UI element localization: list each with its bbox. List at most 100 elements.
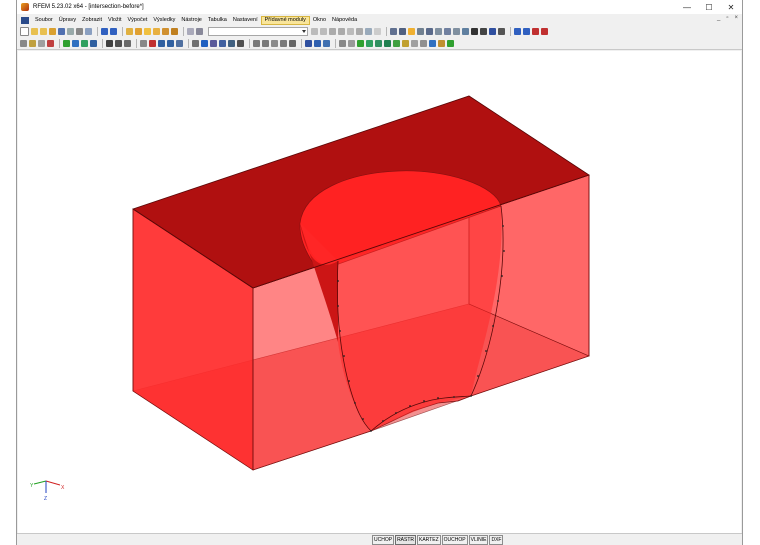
- pointer-icon[interactable]: [357, 40, 364, 47]
- connect-icon[interactable]: [201, 40, 208, 47]
- zoom-window-icon[interactable]: [253, 40, 260, 47]
- arrow-icon[interactable]: [115, 40, 122, 47]
- results-icon[interactable]: [153, 28, 160, 35]
- module-icon[interactable]: [514, 28, 521, 35]
- node-icon[interactable]: [63, 40, 70, 47]
- status-guideline-button[interactable]: VLINIE: [468, 535, 489, 545]
- color-icon[interactable]: [149, 40, 156, 47]
- ellipse-icon[interactable]: [420, 40, 427, 47]
- menu-window[interactable]: Okno: [310, 16, 329, 25]
- opening-icon[interactable]: [237, 40, 244, 47]
- line-icon[interactable]: [38, 40, 45, 47]
- document-icon[interactable]: [21, 16, 29, 24]
- delete-icon[interactable]: [471, 28, 478, 35]
- filter-icon[interactable]: [314, 40, 321, 47]
- print-graphics-icon[interactable]: [85, 28, 92, 35]
- circle-icon[interactable]: [411, 40, 418, 47]
- arc-icon[interactable]: [375, 40, 382, 47]
- select-icon[interactable]: [20, 40, 27, 47]
- animate-icon[interactable]: [356, 28, 363, 35]
- status-dxf-button[interactable]: DXF: [489, 535, 504, 545]
- graphics-viewport[interactable]: X Y Z: [18, 51, 741, 534]
- steel-icon[interactable]: [532, 28, 539, 35]
- deform-icon[interactable]: [338, 28, 345, 35]
- previous-icon[interactable]: [311, 28, 318, 35]
- view-icon[interactable]: [399, 28, 406, 35]
- render-icon[interactable]: [390, 28, 397, 35]
- menu-view[interactable]: Zobrazit: [79, 16, 105, 25]
- snap-icon[interactable]: [271, 40, 278, 47]
- status-object-snap-button[interactable]: OUCHOP: [441, 535, 468, 545]
- print-preview-icon[interactable]: [67, 28, 74, 35]
- spline-icon[interactable]: [384, 40, 391, 47]
- solid-view-icon[interactable]: [426, 28, 433, 35]
- hinge-icon[interactable]: [81, 40, 88, 47]
- mdi-close-button[interactable]: ×: [734, 15, 738, 21]
- load-icon[interactable]: [106, 40, 113, 47]
- surface-icon[interactable]: [90, 40, 97, 47]
- solid-icon[interactable]: [219, 40, 226, 47]
- curve-icon[interactable]: [366, 40, 373, 47]
- extrude-icon[interactable]: [210, 40, 217, 47]
- search-icon[interactable]: [135, 28, 142, 35]
- menu-addon-modules[interactable]: Přídavné moduly: [260, 15, 310, 25]
- zoom-all-icon[interactable]: [462, 28, 469, 35]
- measure-icon[interactable]: [140, 40, 147, 47]
- new-icon[interactable]: [20, 27, 29, 36]
- menu-tools[interactable]: Nástroje: [178, 16, 204, 25]
- text-icon[interactable]: [438, 40, 445, 47]
- menu-calculate[interactable]: Výpočet: [125, 16, 151, 25]
- isometric-icon[interactable]: [489, 28, 496, 35]
- load-case-select[interactable]: [208, 27, 308, 36]
- status-cartesian-button[interactable]: KARTEZ: [417, 535, 441, 545]
- cad-icon[interactable]: [339, 40, 346, 47]
- disk-icon[interactable]: [58, 28, 65, 35]
- visibility-icon[interactable]: [305, 40, 312, 47]
- coordinate-icon[interactable]: [280, 40, 287, 47]
- pan-icon[interactable]: [444, 28, 451, 35]
- save-as-icon[interactable]: [49, 28, 56, 35]
- divide-icon[interactable]: [192, 40, 199, 47]
- concrete-icon[interactable]: [541, 28, 548, 35]
- menu-settings[interactable]: Nastavení: [230, 16, 261, 25]
- polyline-icon[interactable]: [393, 40, 400, 47]
- table-icon[interactable]: [187, 28, 194, 35]
- maximize-button[interactable]: ☐: [698, 0, 720, 14]
- status-snap-button[interactable]: UCHOP: [372, 535, 395, 545]
- undo-icon[interactable]: [101, 28, 108, 35]
- move-icon[interactable]: [158, 40, 165, 47]
- print-icon[interactable]: [76, 28, 83, 35]
- model-icon[interactable]: [162, 28, 169, 35]
- wireframe-icon[interactable]: [417, 28, 424, 35]
- close-button[interactable]: ✕: [720, 0, 742, 14]
- save-icon[interactable]: [40, 28, 47, 35]
- show-results-icon[interactable]: [329, 28, 336, 35]
- mdi-minimize-button[interactable]: _: [717, 15, 720, 21]
- grid-icon[interactable]: [262, 40, 269, 47]
- status-grid-button[interactable]: RASTR: [395, 535, 417, 545]
- line-grid-icon[interactable]: [348, 40, 355, 47]
- printout-icon[interactable]: [196, 28, 203, 35]
- open-icon[interactable]: [31, 28, 38, 35]
- mdi-restore-button[interactable]: ▫: [726, 15, 728, 21]
- zoom-icon[interactable]: [435, 28, 442, 35]
- values-icon[interactable]: [347, 28, 354, 35]
- minimize-button[interactable]: —: [676, 0, 698, 14]
- dimension-icon[interactable]: [124, 40, 131, 47]
- member-icon[interactable]: [47, 40, 54, 47]
- layer-icon[interactable]: [323, 40, 330, 47]
- guide-line-icon[interactable]: [289, 40, 296, 47]
- display-icon[interactable]: [408, 28, 415, 35]
- next-icon[interactable]: [320, 28, 327, 35]
- section-icon[interactable]: [374, 28, 381, 35]
- support-icon[interactable]: [72, 40, 79, 47]
- leader-icon[interactable]: [447, 40, 454, 47]
- menu-help[interactable]: Nápověda: [329, 16, 360, 25]
- check-model-icon[interactable]: [480, 28, 487, 35]
- menu-results[interactable]: Výsledky: [150, 16, 178, 25]
- rotate-icon[interactable]: [453, 28, 460, 35]
- edit-icon[interactable]: [126, 28, 133, 35]
- check-icon[interactable]: [171, 28, 178, 35]
- menu-table[interactable]: Tabulka: [205, 16, 230, 25]
- menu-edit[interactable]: Úpravy: [56, 16, 79, 25]
